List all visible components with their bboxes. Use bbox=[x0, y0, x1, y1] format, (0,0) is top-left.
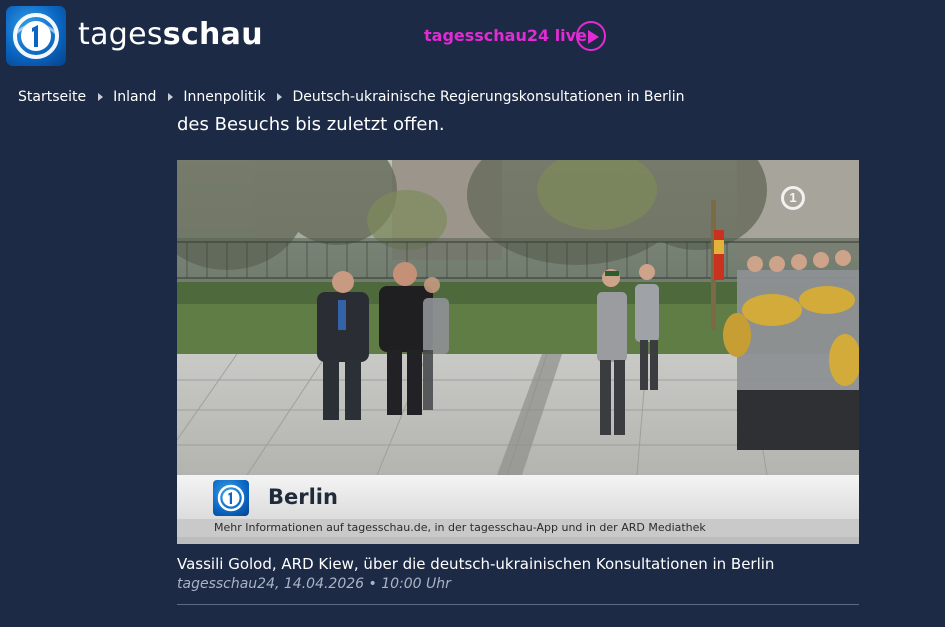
breadcrumb: Startseite Inland Innenpolitik Deutsch-u… bbox=[18, 88, 685, 106]
breadcrumb-item-inland[interactable]: Inland bbox=[113, 89, 156, 105]
info-ticker-text: Mehr Informationen auf tagesschau.de, in… bbox=[214, 521, 706, 534]
video-player[interactable]: 1 Berlin Mehr Informationen auf tagessch… bbox=[177, 160, 859, 544]
ard-one-logo-icon bbox=[213, 480, 249, 516]
breadcrumb-item-startseite[interactable]: Startseite bbox=[18, 89, 86, 105]
article-text: des Besuchs bis zuletzt offen. bbox=[177, 114, 445, 135]
ard-one-logo-icon bbox=[13, 13, 59, 59]
video-meta: tagesschau24, 14.04.2026 • 10:00 Uhr bbox=[177, 576, 451, 592]
triangle-right-icon bbox=[277, 93, 283, 101]
brand-wordmark[interactable]: tagesschau bbox=[78, 17, 263, 52]
divider bbox=[177, 604, 859, 605]
breadcrumb-item-current[interactable]: Deutsch-ukrainische Regierungskonsultati… bbox=[292, 89, 684, 105]
play-circle-icon[interactable] bbox=[576, 21, 606, 51]
triangle-right-icon bbox=[168, 93, 174, 101]
brand-light-text: tages bbox=[78, 17, 163, 52]
video-caption: Vassili Golod, ARD Kiew, über die deutsc… bbox=[177, 555, 775, 573]
site-header: tagesschau tagesschau24 live bbox=[0, 0, 945, 75]
info-ticker: Mehr Informationen auf tagesschau.de, in… bbox=[177, 519, 859, 537]
tagesschau-logo[interactable] bbox=[6, 6, 66, 66]
bottom-strip bbox=[177, 537, 859, 544]
triangle-right-icon bbox=[98, 93, 104, 101]
lower-third-banner: Berlin bbox=[177, 475, 859, 519]
brand-bold-text: schau bbox=[162, 17, 263, 52]
location-title: Berlin bbox=[268, 485, 338, 509]
channel-bug-icon: 1 bbox=[781, 186, 805, 210]
tagesschau24-live-link[interactable]: tagesschau24 live bbox=[424, 26, 587, 45]
breadcrumb-item-innenpolitik[interactable]: Innenpolitik bbox=[183, 89, 265, 105]
